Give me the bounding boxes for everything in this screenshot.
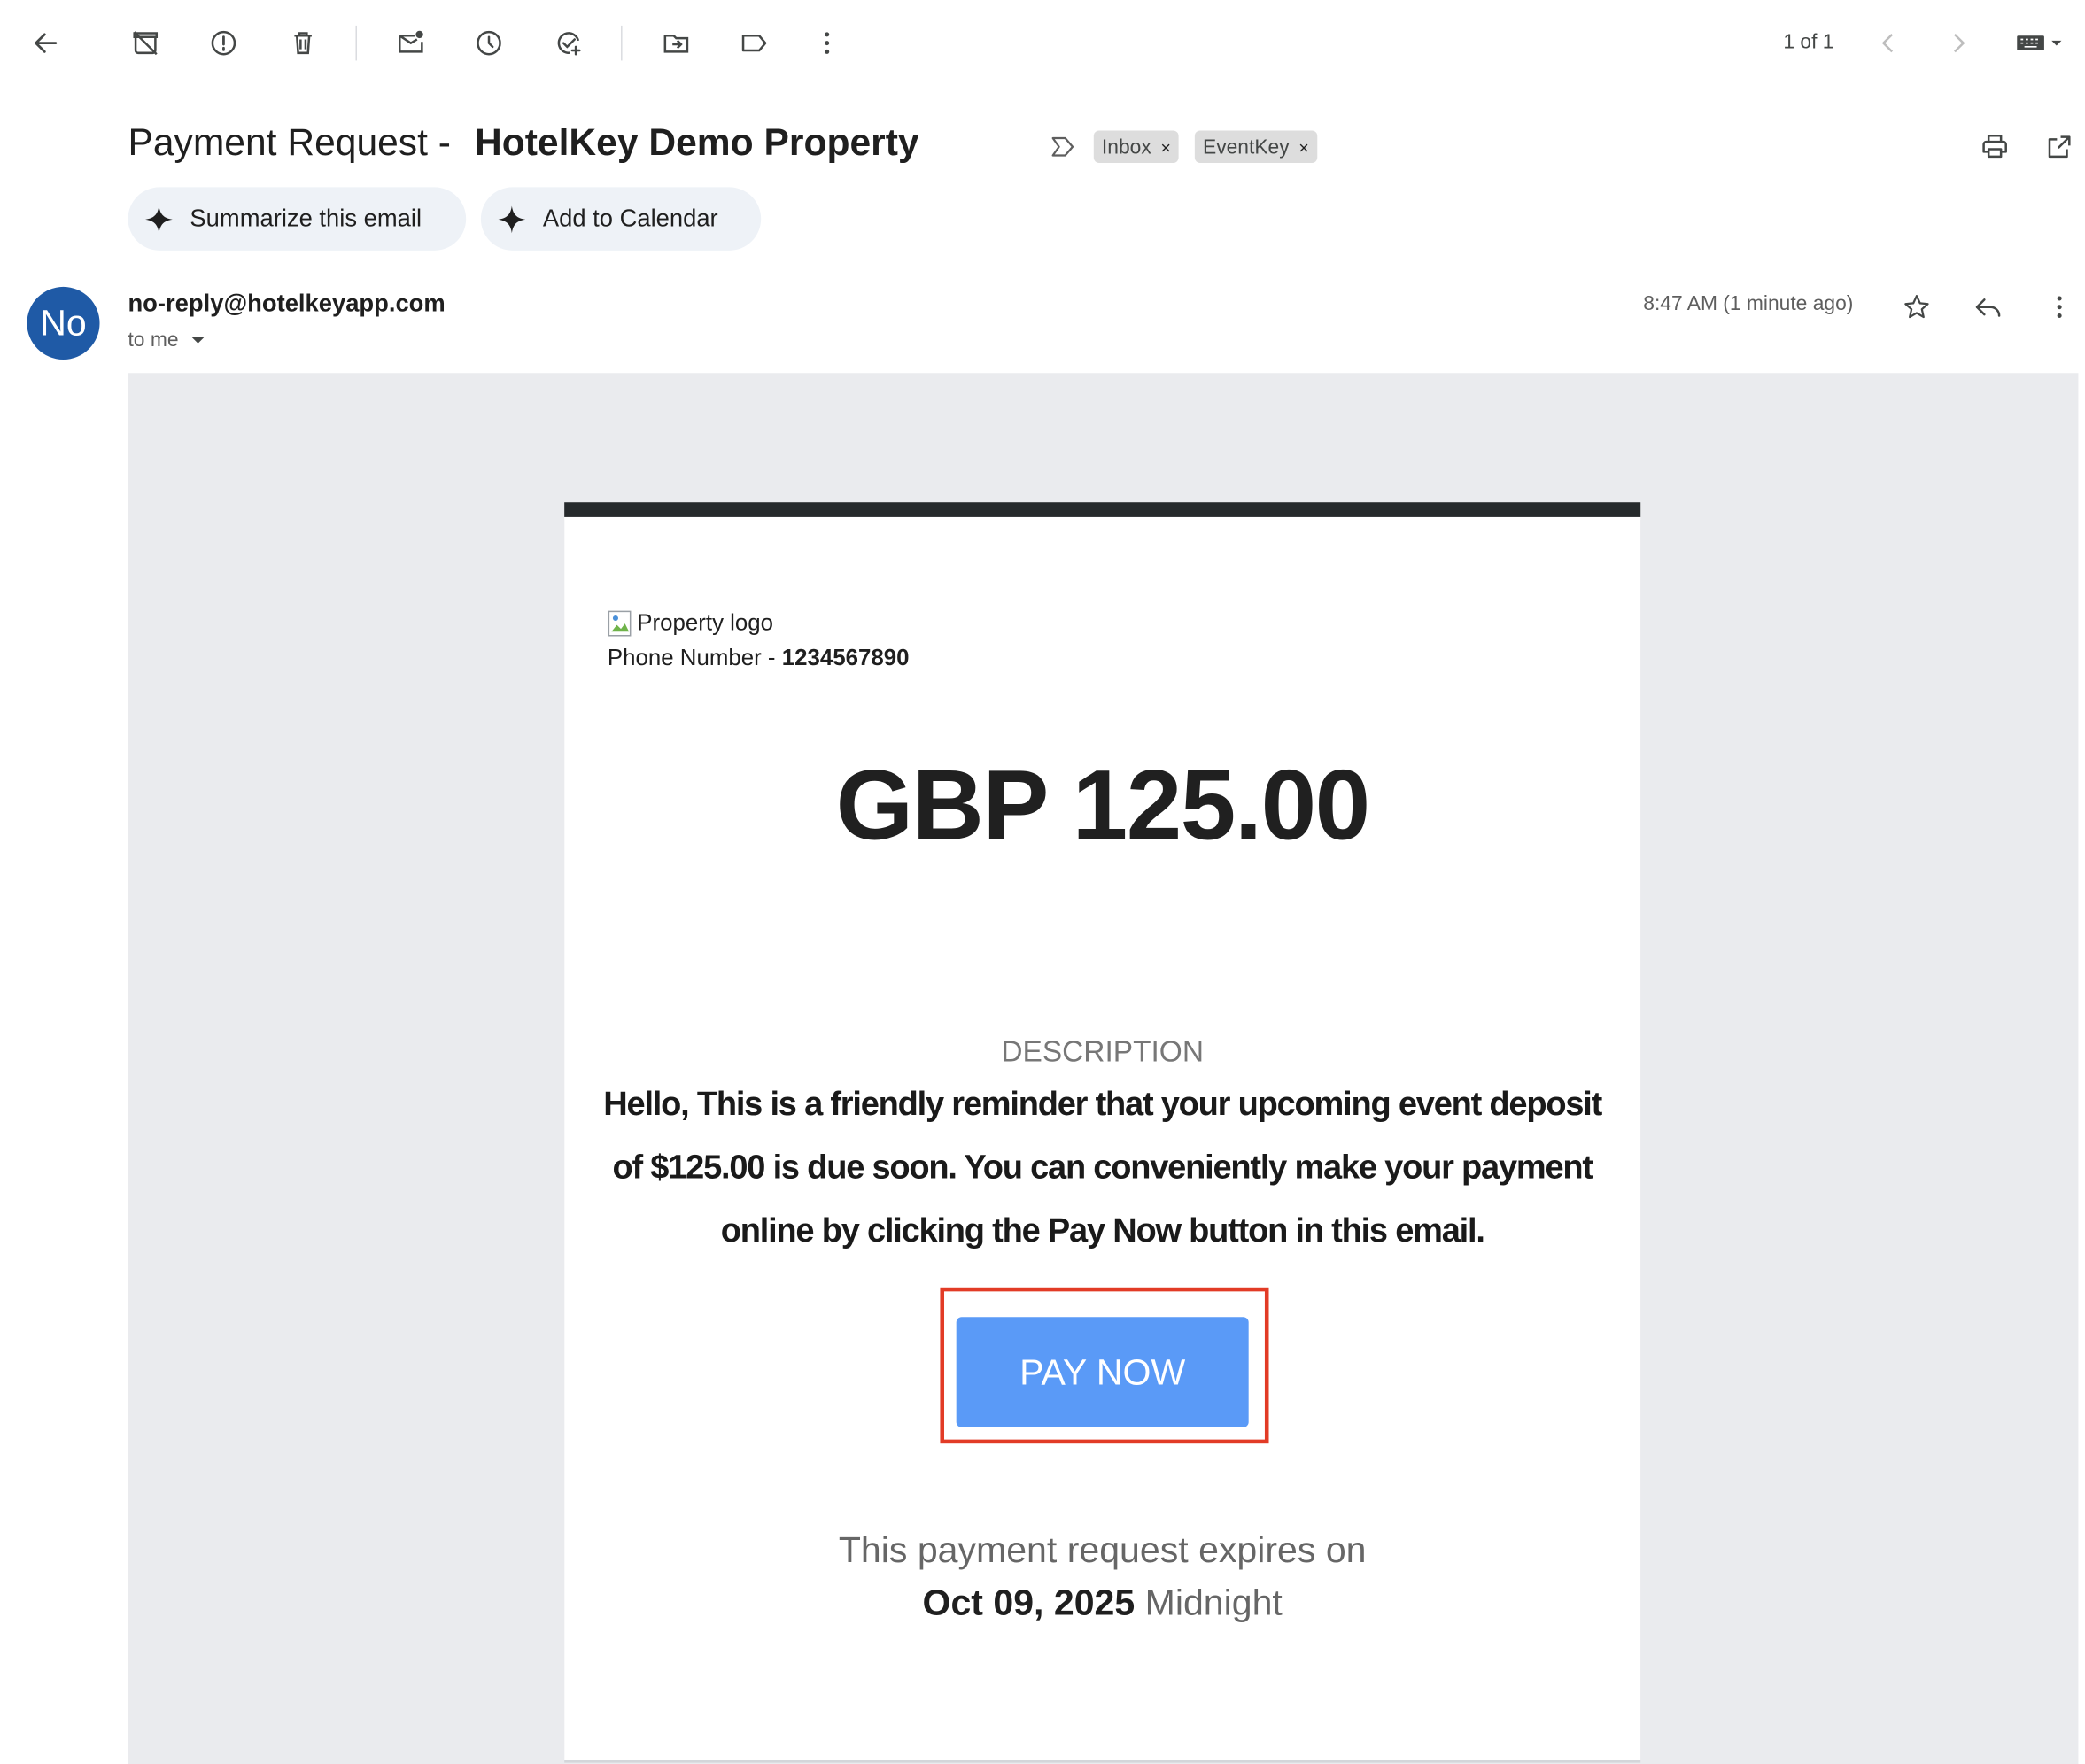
pagination-count: 1 of 1 [1783, 30, 1834, 54]
mark-unread-icon[interactable] [384, 16, 438, 70]
back-arrow-icon[interactable] [19, 16, 73, 70]
recipient-details-toggle[interactable]: to me [128, 329, 205, 352]
phone-label: Phone Number - [607, 645, 782, 671]
label-chip-eventkey: EventKey × [1194, 130, 1317, 164]
label-chip-inbox: Inbox × [1093, 130, 1180, 164]
reply-icon[interactable] [1961, 280, 2015, 334]
remove-label-icon[interactable]: × [1160, 136, 1171, 157]
star-icon[interactable] [1890, 280, 1944, 334]
delete-icon[interactable] [276, 16, 330, 70]
email-card-top-bar [564, 502, 1641, 517]
report-spam-icon[interactable] [197, 16, 251, 70]
label-name: Inbox [1101, 135, 1151, 159]
phone-number: 1234567890 [781, 645, 910, 671]
property-logo: Property logo [608, 608, 773, 638]
broken-image-icon [608, 608, 634, 638]
avatar: No [27, 286, 100, 360]
toolbar-divider [355, 25, 357, 61]
description-heading: DESCRIPTION [1001, 1033, 1205, 1068]
sparkle-icon [498, 205, 526, 233]
add-to-calendar-label: Add to Calendar [542, 205, 718, 232]
subject-title: HotelKey Demo Property [474, 120, 919, 164]
expiry-date: Oct 09, 2025 [922, 1582, 1136, 1623]
gmail-message-view: 1 of 1 Payment Request - HotelKey Demo P… [0, 0, 2085, 1764]
expiry-datetime: Oct 09, 2025 Midnight [564, 1582, 1640, 1624]
expiry-notice: This payment request expires on [838, 1529, 1367, 1571]
message-more-vert-icon[interactable] [2033, 280, 2085, 334]
message-timestamp: 8:47 AM (1 minute ago) [1643, 291, 1854, 315]
keyboard-icon[interactable] [2004, 16, 2074, 70]
summarize-email-button[interactable]: Summarize this email [128, 187, 467, 251]
add-to-tasks-icon[interactable] [541, 16, 595, 70]
add-to-calendar-button[interactable]: Add to Calendar [480, 187, 762, 251]
label-name: EventKey [1202, 135, 1290, 159]
print-icon[interactable] [1968, 120, 2022, 174]
important-marker-icon[interactable] [1035, 120, 1089, 174]
toolbar-divider [621, 25, 623, 61]
sparkle-icon [145, 205, 173, 233]
subject-prefix: Payment Request - [128, 120, 451, 164]
summarize-label: Summarize this email [190, 205, 422, 232]
email-subject: Payment Request - HotelKey Demo Property [128, 121, 918, 165]
recipient-label: to me [128, 329, 179, 352]
description-body: Hello, This is a friendly reminder that … [603, 1085, 1602, 1250]
remove-label-icon[interactable]: × [1298, 136, 1309, 157]
snooze-icon[interactable] [462, 16, 516, 70]
sender-email[interactable]: no-reply@hotelkeyapp.com [128, 290, 445, 318]
chevron-right-icon[interactable] [1932, 16, 1986, 70]
labels-icon[interactable] [727, 16, 781, 70]
chevron-left-icon[interactable] [1862, 16, 1916, 70]
phone-number-line: Phone Number - 1234567890 [608, 645, 910, 671]
move-to-icon[interactable] [649, 16, 703, 70]
pay-now-button[interactable]: PAY NOW [956, 1317, 1249, 1427]
more-vert-icon[interactable] [800, 16, 854, 70]
expiry-time: Midnight [1135, 1582, 1283, 1623]
caret-down-icon [190, 337, 205, 344]
open-in-new-window-icon[interactable] [2033, 120, 2085, 174]
payment-amount: GBP 125.00 [835, 748, 1371, 861]
archive-icon[interactable] [119, 16, 173, 70]
logo-alt-text: Property logo [637, 609, 774, 636]
